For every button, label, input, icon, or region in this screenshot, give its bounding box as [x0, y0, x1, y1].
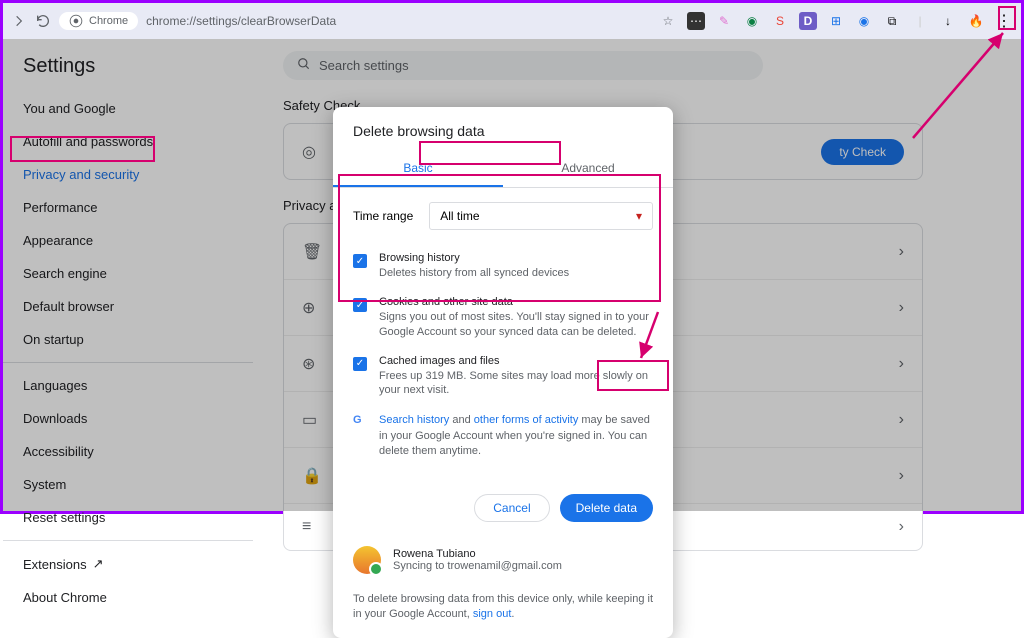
extensions-label: Extensions [23, 557, 87, 572]
dialog-title: Delete browsing data [333, 107, 673, 151]
ext-icon-5[interactable]: D [799, 12, 817, 30]
user-name: Rowena Tubiano [393, 548, 562, 560]
delete-browsing-data-dialog: Delete browsing data Basic Advanced Time… [333, 107, 673, 638]
ext-icon-6[interactable]: ⊞ [827, 12, 845, 30]
user-account-row: Rowena TubianoSyncing to trowenamil@gmai… [333, 536, 673, 584]
ext-icon-3[interactable]: ◉ [743, 12, 761, 30]
time-range-label: Time range [353, 209, 413, 223]
external-link-icon: ↗ [93, 556, 104, 572]
chevron-right-icon: › [899, 518, 904, 536]
bookmark-star-icon[interactable]: ☆ [659, 12, 677, 30]
extensions-puzzle-icon[interactable]: ⧉ [883, 12, 901, 30]
sidebar-item-extensions[interactable]: Extensions ↗ [3, 547, 253, 581]
other-activity-link[interactable]: other forms of activity [474, 414, 579, 426]
chevron-down-icon: ▾ [636, 209, 642, 223]
divider: | [911, 12, 929, 30]
sidebar-item-about[interactable]: About Chrome [3, 581, 253, 614]
check-cookies[interactable]: ✓ Cookies and other site dataSigns you o… [353, 288, 653, 347]
checkbox-checked-icon[interactable]: ✓ [353, 254, 367, 268]
tab-advanced[interactable]: Advanced [503, 151, 673, 187]
check-browsing-history[interactable]: ✓ Browsing historyDeletes history from a… [353, 244, 653, 288]
url-text: chrome://settings/clearBrowserData [146, 14, 336, 28]
checkbox-checked-icon[interactable]: ✓ [353, 298, 367, 312]
tune-icon: ≡ [302, 518, 322, 536]
chrome-chip-label: Chrome [89, 15, 128, 27]
check-cached[interactable]: ✓ Cached images and filesFrees up 319 MB… [353, 347, 653, 406]
ext-icon-1[interactable]: ⋯ [687, 12, 705, 30]
refresh-icon[interactable] [35, 13, 51, 29]
url-chip[interactable]: Chrome [59, 12, 138, 30]
downloads-icon[interactable]: ↓ [939, 12, 957, 30]
ext-icon-2[interactable]: ✎ [715, 12, 733, 30]
time-range-value: All time [440, 209, 479, 223]
google-activity-info: G Search history and other forms of acti… [353, 405, 653, 467]
footer-note: To delete browsing data from this device… [333, 584, 673, 638]
checkbox-checked-icon[interactable]: ✓ [353, 357, 367, 371]
avatar [353, 546, 381, 574]
time-range-select[interactable]: All time ▾ [429, 202, 653, 230]
browser-toolbar: Chrome chrome://settings/clearBrowserDat… [3, 3, 1021, 39]
ext-icon-7[interactable]: ◉ [855, 12, 873, 30]
more-menu-icon[interactable]: ⋮ [995, 12, 1013, 30]
ext-icon-4[interactable]: S [771, 12, 789, 30]
tab-basic[interactable]: Basic [333, 151, 503, 187]
nav-divider-2 [3, 540, 253, 541]
ext-icon-8[interactable]: 🔥 [967, 12, 985, 30]
sign-out-link[interactable]: sign out [473, 608, 512, 620]
google-g-icon: G [353, 413, 367, 459]
forward-icon[interactable] [11, 13, 27, 29]
delete-data-button[interactable]: Delete data [560, 494, 653, 522]
user-email: Syncing to trowenamil@gmail.com [393, 560, 562, 572]
search-history-link[interactable]: Search history [379, 414, 449, 426]
cancel-button[interactable]: Cancel [474, 494, 549, 522]
